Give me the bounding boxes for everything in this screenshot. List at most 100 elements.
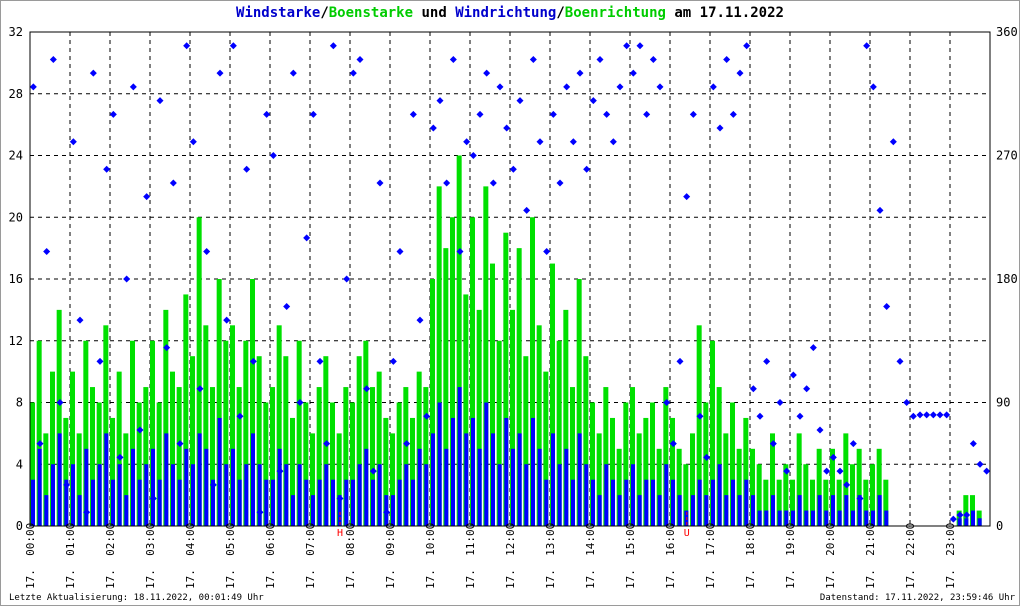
direction-point: [836, 467, 844, 475]
wind-bar: [631, 464, 635, 526]
wind-bar: [484, 402, 489, 526]
direction-point: [729, 110, 737, 118]
wind-bar: [557, 464, 562, 526]
direction-point: [749, 385, 757, 393]
wind-bar: [437, 402, 442, 526]
wind-bar: [517, 433, 522, 526]
direction-point: [929, 411, 937, 419]
wind-bar: [777, 510, 782, 526]
direction-point: [223, 316, 231, 324]
direction-point: [949, 515, 957, 523]
direction-point: [469, 152, 477, 159]
direction-point: [596, 55, 604, 63]
wind-bar: [624, 479, 629, 526]
wind-bar: [511, 448, 515, 526]
wind-bar: [524, 464, 529, 526]
y-left-tick-label: 28: [9, 87, 23, 101]
wind-bar: [604, 464, 609, 526]
event-marker-label: H: [337, 528, 343, 539]
wind-bar: [224, 464, 229, 526]
y-left-tick-label: 12: [9, 334, 23, 348]
direction-point: [609, 138, 617, 146]
wind-bar: [271, 479, 275, 526]
direction-point: [816, 426, 824, 434]
plot-area: H U 0 4 8 12 16 20 24 28 32 0 90 180 270 360 17. 00:00 17…: [9, 25, 1018, 589]
wind-bar: [124, 495, 129, 526]
direction-point: [409, 110, 417, 118]
direction-point: [189, 138, 197, 146]
wind-bar: [397, 479, 402, 526]
wind-bar: [964, 518, 969, 526]
data-state-text: Datenstand: 17.11.2022, 23:59:46 Uhr: [819, 593, 1015, 603]
wind-bar: [251, 433, 255, 526]
direction-point: [109, 110, 117, 118]
direction-point: [883, 302, 891, 310]
x-tick-label: 17. 22:00: [904, 523, 917, 589]
wind-bar: [577, 433, 582, 526]
direction-point: [896, 357, 904, 365]
direction-point: [563, 83, 571, 91]
wind-bar: [537, 448, 542, 526]
direction-point: [589, 97, 597, 105]
direction-point: [396, 248, 404, 256]
wind-bar: [651, 479, 655, 526]
wind-bar: [344, 479, 349, 526]
wind-bar: [451, 417, 455, 526]
wind-bar: [497, 464, 502, 526]
x-tick-label: 17. 04:00: [184, 523, 197, 589]
wind-bar: [97, 464, 102, 526]
x-tick-label: 17. 15:00: [624, 523, 637, 589]
direction-point: [443, 179, 451, 187]
wind-bar: [164, 433, 169, 526]
direction-point: [576, 69, 584, 77]
y-right-tick-label: 0: [996, 519, 1003, 533]
direction-point: [503, 124, 511, 132]
wind-bar: [691, 495, 695, 526]
direction-point: [656, 83, 664, 91]
direction-point: [709, 83, 717, 91]
y-left-tick-label: 32: [9, 25, 23, 39]
wind-bar: [44, 495, 49, 526]
direction-point: [129, 83, 137, 91]
x-tick-label: 17. 00:00: [24, 523, 37, 589]
wind-bar: [57, 433, 62, 526]
direction-point: [243, 165, 251, 173]
direction-point: [343, 275, 351, 283]
wind-bar: [191, 464, 195, 526]
direction-point: [43, 248, 51, 256]
direction-point: [676, 357, 684, 365]
wind-bar: [411, 479, 415, 526]
direction-point: [96, 357, 104, 365]
direction-point: [743, 42, 751, 50]
wind-bar: [551, 433, 555, 526]
direction-point: [463, 138, 471, 146]
direction-point: [849, 440, 857, 448]
wind-bar: [77, 495, 82, 526]
direction-point: [889, 138, 897, 146]
wind-bar: [804, 510, 809, 526]
x-tick-label: 17. 07:00: [304, 523, 317, 589]
x-tick-label: 17. 21:00: [864, 523, 877, 589]
direction-point: [809, 344, 817, 352]
direction-point: [529, 55, 537, 63]
x-tick-label: 17. 08:00: [344, 523, 357, 589]
direction-point: [263, 110, 271, 118]
wind-bar: [357, 464, 362, 526]
wind-bar: [957, 518, 962, 526]
wind-bar: [724, 495, 729, 526]
wind-bar: [91, 479, 95, 526]
x-tick-label: 17. 16:00: [664, 523, 677, 589]
wind-bar: [617, 495, 622, 526]
wind-bar: [144, 464, 149, 526]
direction-point: [936, 411, 944, 419]
direction-point: [603, 110, 611, 118]
wind-bar: [431, 433, 435, 526]
wind-bar: [424, 464, 429, 526]
direction-point: [869, 83, 877, 91]
wind-bar: [597, 495, 602, 526]
direction-point: [629, 69, 637, 77]
direction-point: [923, 411, 931, 419]
y-left-tick-label: 8: [16, 396, 23, 410]
direction-point: [716, 124, 724, 132]
direction-point: [483, 69, 491, 77]
